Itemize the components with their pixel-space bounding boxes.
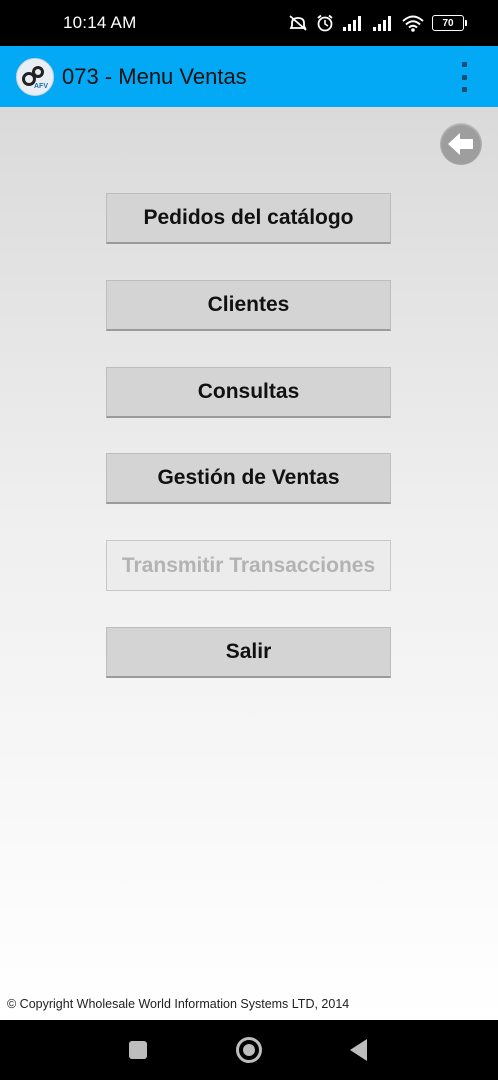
wifi-icon [402,15,424,32]
overflow-menu-icon[interactable] [460,62,468,92]
copyright-text: © Copyright Wholesale World Information … [7,997,350,1011]
navigation-bar [0,1020,498,1080]
pedidos-catalogo-button[interactable]: Pedidos del catálogo [106,193,391,244]
back-icon[interactable] [350,1039,367,1061]
mute-icon [289,15,307,31]
status-time: 10:14 AM [63,13,137,32]
page-title: 073 - Menu Ventas [62,63,247,89]
signal-icon [343,16,361,31]
main-content: Pedidos del catálogo Clientes Consultas … [0,107,498,1020]
clientes-button[interactable]: Clientes [106,280,391,331]
status-bar: 10:14 AM 70 [0,0,498,46]
battery-icon: 70 [432,15,467,31]
consultas-button[interactable]: Consultas [106,367,391,418]
gestion-ventas-button[interactable]: Gestión de Ventas [106,453,391,504]
battery-level: 70 [442,17,454,29]
recent-apps-icon[interactable] [129,1041,147,1059]
salir-button[interactable]: Salir [106,627,391,678]
status-icons: 70 [288,14,467,32]
action-bar: AFV 073 - Menu Ventas [0,46,498,107]
app-logo-icon: AFV [16,57,54,96]
alarm-icon [317,14,333,32]
back-arrow-icon[interactable] [440,123,482,165]
home-icon[interactable] [236,1037,262,1063]
app-logo-text: AFV [34,82,48,90]
signal-icon [373,16,391,31]
transmitir-transacciones-button: Transmitir Transacciones [106,540,391,591]
